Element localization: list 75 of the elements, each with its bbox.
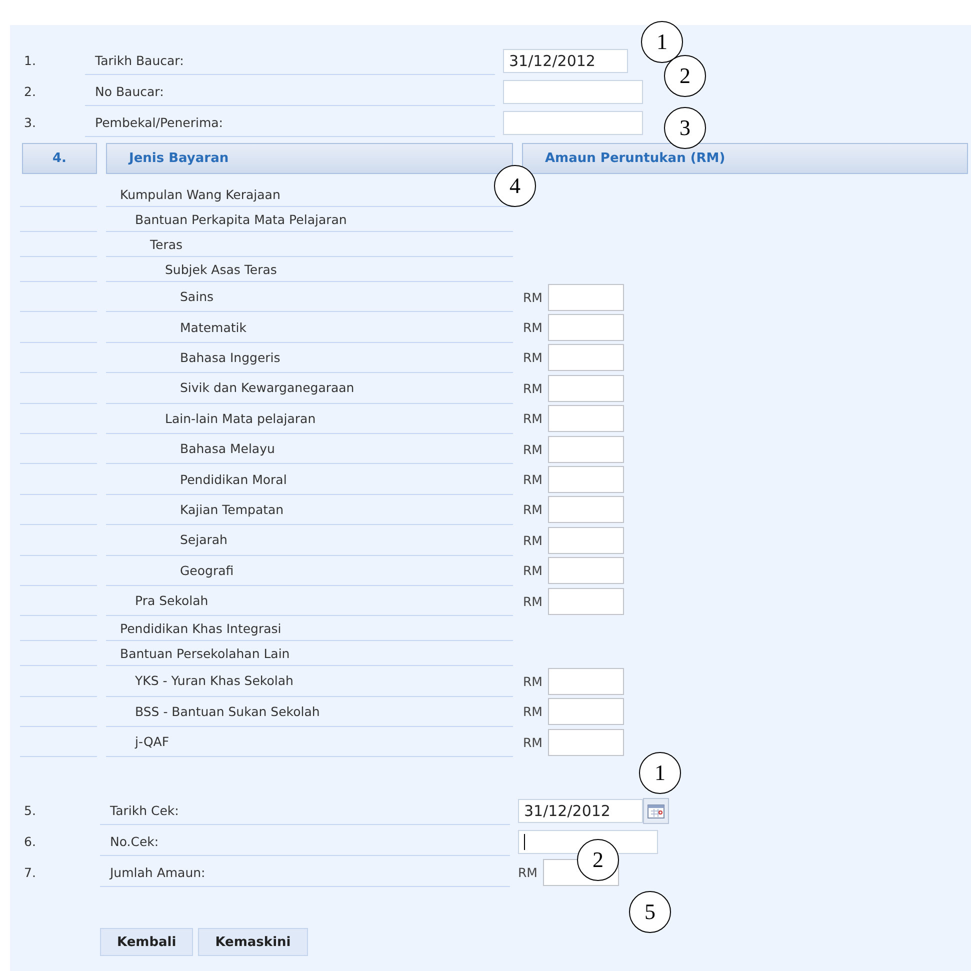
category-label: Bantuan Persekolahan Lain bbox=[106, 641, 513, 666]
category-label: Bahasa Inggeris bbox=[106, 342, 513, 374]
category-label: YKS - Yuran Khas Sekolah bbox=[106, 666, 513, 697]
text-field[interactable] bbox=[503, 80, 643, 104]
form-button[interactable]: Kembali bbox=[100, 928, 194, 956]
category-label: Subjek Asas Teras bbox=[106, 257, 513, 282]
callout-marker: 2 bbox=[664, 55, 706, 97]
amount-field[interactable] bbox=[548, 466, 624, 494]
category-label: Lain-lain Mata pelajaran bbox=[106, 404, 513, 434]
category-label: Sejarah bbox=[106, 525, 513, 556]
callout-marker: 5 bbox=[629, 891, 671, 933]
field-label: No.Cek: bbox=[100, 828, 510, 856]
currency-label: RM bbox=[518, 865, 538, 880]
category-label: Pendidikan Khas Integrasi bbox=[106, 616, 513, 642]
field-label: Pembekal/Penerima: bbox=[85, 108, 495, 136]
amount-field[interactable] bbox=[548, 496, 624, 524]
amount-field[interactable] bbox=[548, 557, 624, 584]
amount-field[interactable] bbox=[548, 284, 624, 311]
row-number: 5. bbox=[23, 803, 37, 818]
form-button[interactable]: Kemaskini bbox=[198, 928, 308, 956]
amount-field[interactable] bbox=[548, 526, 624, 554]
currency-label: RM bbox=[523, 563, 542, 578]
amount-field[interactable] bbox=[548, 436, 624, 463]
amount-field[interactable] bbox=[548, 405, 624, 432]
row-number: 7. bbox=[23, 865, 37, 880]
currency-label: RM bbox=[523, 674, 542, 689]
category-label: Sains bbox=[106, 282, 513, 312]
currency-label: RM bbox=[523, 350, 542, 366]
currency-label: RM bbox=[523, 472, 542, 488]
field-label: No Baucar: bbox=[85, 78, 495, 106]
currency-label: RM bbox=[523, 442, 542, 457]
currency-label: RM bbox=[523, 290, 542, 305]
category-label: Pra Sekolah bbox=[106, 586, 513, 616]
calendar-icon[interactable] bbox=[643, 798, 669, 824]
amount-field[interactable] bbox=[548, 668, 624, 695]
category-label: Geografi bbox=[106, 556, 513, 586]
category-label: Pendidikan Moral bbox=[106, 464, 513, 495]
row-number: 1. bbox=[23, 53, 37, 68]
row-number: 2. bbox=[23, 84, 37, 99]
row-number: 6. bbox=[23, 834, 37, 850]
callout-marker: 1 bbox=[639, 752, 681, 794]
currency-label: RM bbox=[523, 532, 542, 548]
category-label: BSS - Bantuan Sukan Sekolah bbox=[106, 696, 513, 728]
currency-label: RM bbox=[523, 734, 542, 750]
column-header: Jenis Bayaran bbox=[106, 143, 513, 174]
amount-field[interactable] bbox=[548, 588, 624, 615]
column-header: Amaun Peruntukan (RM) bbox=[522, 143, 968, 174]
amount-field[interactable] bbox=[548, 374, 624, 402]
field-label: Tarikh Cek: bbox=[100, 796, 510, 825]
category-label: Matematik bbox=[106, 312, 513, 343]
amount-field[interactable] bbox=[548, 314, 624, 342]
category-label: Bahasa Melayu bbox=[106, 434, 513, 464]
amount-field[interactable] bbox=[548, 698, 624, 726]
date-field[interactable]: 31/12/2012 bbox=[518, 798, 643, 823]
row-number: 3. bbox=[23, 115, 37, 130]
category-label: Kajian Tempatan bbox=[106, 494, 513, 526]
field-label: Tarikh Baucar: bbox=[85, 46, 495, 74]
category-label: j-QAF bbox=[106, 727, 513, 758]
callout-marker: 1 bbox=[641, 21, 683, 63]
currency-label: RM bbox=[523, 320, 542, 336]
text-field[interactable] bbox=[503, 110, 643, 134]
date-field[interactable]: 31/12/2012 bbox=[503, 48, 628, 72]
currency-label: RM bbox=[523, 411, 542, 426]
amount-field[interactable] bbox=[548, 728, 624, 756]
currency-label: RM bbox=[523, 380, 542, 396]
currency-label: RM bbox=[523, 502, 542, 518]
amount-field[interactable] bbox=[548, 344, 624, 372]
category-label: Sivik dan Kewarganegaraan bbox=[106, 373, 513, 404]
currency-label: RM bbox=[523, 594, 542, 609]
callout-marker: 3 bbox=[664, 107, 706, 149]
currency-label: RM bbox=[523, 704, 542, 720]
column-header: 4. bbox=[22, 143, 97, 174]
category-label: Teras bbox=[106, 232, 513, 257]
category-label: Bantuan Perkapita Mata Pelajaran bbox=[106, 207, 513, 232]
field-label: Jumlah Amaun: bbox=[100, 858, 510, 887]
